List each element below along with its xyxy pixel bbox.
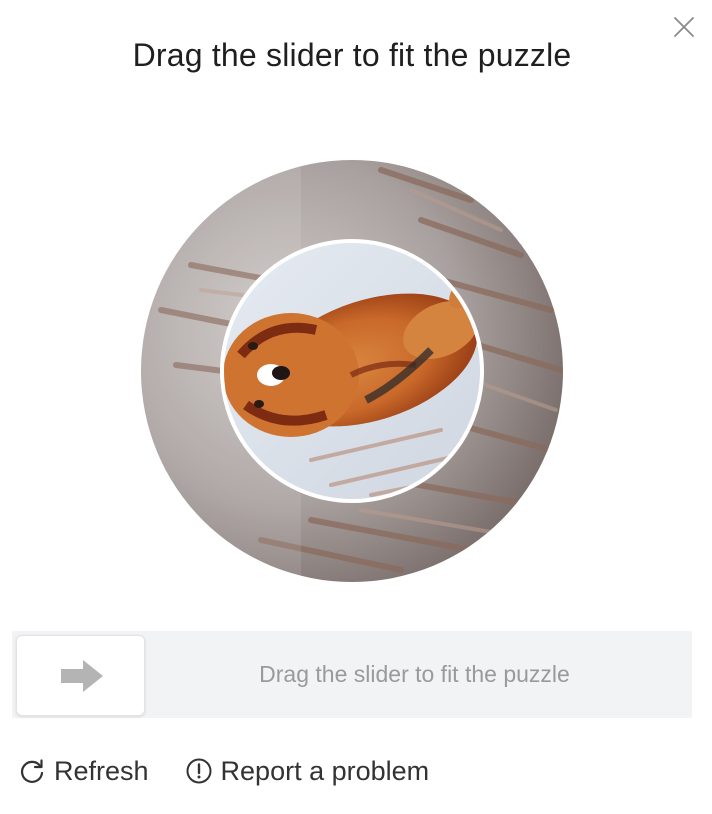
puzzle-image (141, 160, 563, 582)
refresh-icon (20, 759, 44, 783)
report-problem-button[interactable]: Report a problem (185, 755, 430, 787)
slider-track[interactable]: Drag the slider to fit the puzzle (12, 631, 692, 718)
dialog-footer: Refresh Report a problem (18, 752, 429, 790)
alert-circle-icon (186, 758, 212, 784)
arrow-right-icon (61, 660, 103, 692)
refresh-button[interactable]: Refresh (18, 756, 149, 787)
slider-hint: Drag the slider to fit the puzzle (259, 661, 570, 687)
refresh-label: Refresh (54, 755, 149, 786)
report-problem-label: Report a problem (220, 755, 430, 786)
slider-handle[interactable] (16, 635, 145, 716)
dialog-title: Drag the slider to fit the puzzle (132, 37, 572, 73)
